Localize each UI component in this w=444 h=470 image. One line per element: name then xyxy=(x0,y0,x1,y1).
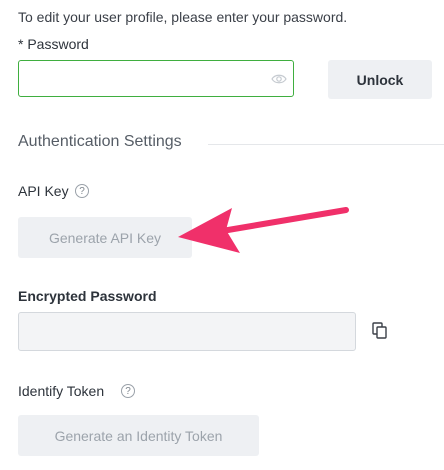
identify-token-help-icon[interactable]: ? xyxy=(121,384,135,398)
intro-text: To edit your user profile, please enter … xyxy=(18,9,348,25)
eye-icon[interactable] xyxy=(271,72,287,86)
profile-auth-panel: To edit your user profile, please enter … xyxy=(0,0,444,470)
copy-icon[interactable] xyxy=(372,322,388,340)
generate-identity-token-button[interactable]: Generate an Identity Token xyxy=(18,415,259,456)
encrypted-password-label: Encrypted Password xyxy=(18,288,157,304)
section-title: Authentication Settings xyxy=(18,133,182,150)
unlock-button[interactable]: Unlock xyxy=(328,60,432,99)
password-label: * Password xyxy=(18,36,89,52)
annotation-arrow xyxy=(178,207,349,253)
api-key-label: API Key xyxy=(18,183,69,199)
section-divider xyxy=(208,144,444,145)
password-input[interactable] xyxy=(18,60,294,97)
identify-token-label: Identify Token xyxy=(18,383,105,399)
encrypted-password-field[interactable] xyxy=(18,312,356,351)
api-key-help-icon[interactable]: ? xyxy=(75,184,89,198)
generate-api-key-button[interactable]: Generate API Key xyxy=(18,217,192,258)
